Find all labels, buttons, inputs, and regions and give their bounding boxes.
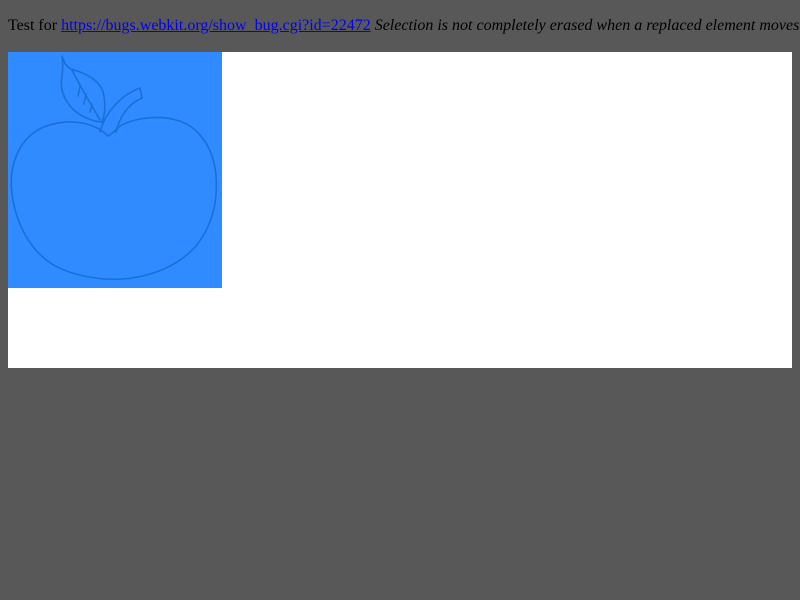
- test-prefix: Test for: [8, 17, 62, 34]
- apple-image: [8, 52, 222, 288]
- test-description: Test for https://bugs.webkit.org/show_bu…: [8, 16, 799, 36]
- test-container: [8, 52, 792, 368]
- bug-link[interactable]: https://bugs.webkit.org/show_bug.cgi?id=…: [61, 17, 371, 34]
- apple-outline-icon: [10, 55, 218, 281]
- bug-title: Selection is not completely erased when …: [374, 17, 800, 34]
